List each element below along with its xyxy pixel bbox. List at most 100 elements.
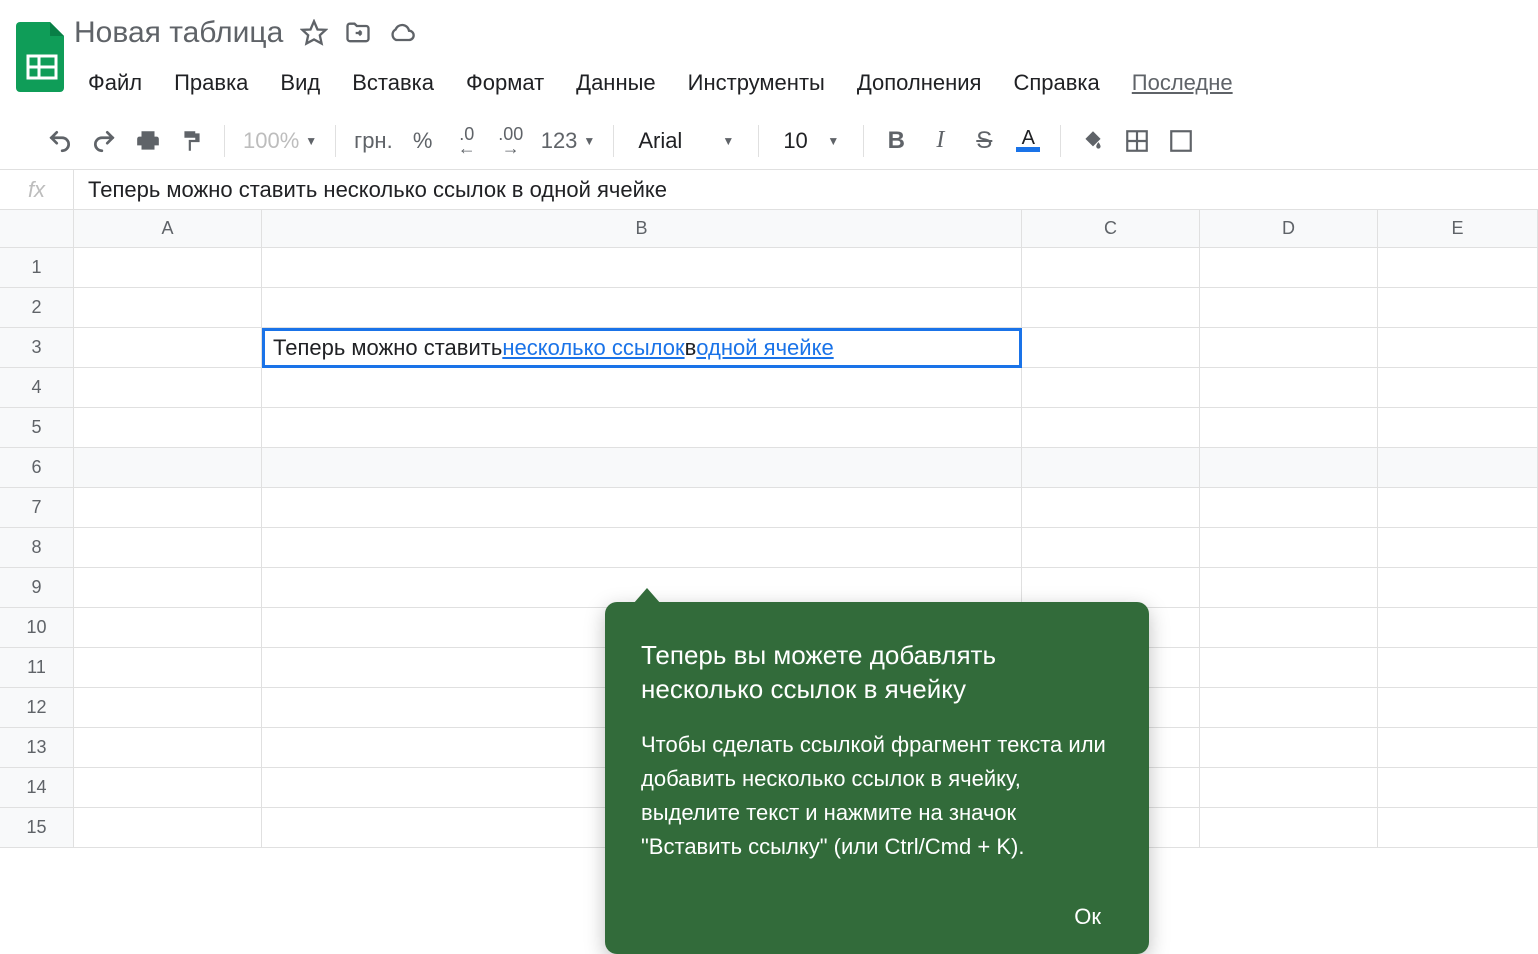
menu-insert[interactable]: Вставка: [336, 64, 450, 102]
cell-D2[interactable]: [1200, 288, 1378, 328]
row-header-14[interactable]: 14: [0, 768, 74, 808]
cell-B2[interactable]: [262, 288, 1022, 328]
callout-ok-button[interactable]: Ок: [1062, 896, 1113, 937]
cell-C3[interactable]: [1022, 328, 1200, 368]
cell-A6[interactable]: [74, 448, 262, 488]
cell-D15[interactable]: [1200, 808, 1378, 848]
cell-E12[interactable]: [1378, 688, 1538, 728]
cell-D10[interactable]: [1200, 608, 1378, 648]
row-header-15[interactable]: 15: [0, 808, 74, 848]
redo-button[interactable]: [84, 121, 124, 161]
cell-E6[interactable]: [1378, 448, 1538, 488]
select-all-corner[interactable]: [0, 210, 74, 248]
cell-E5[interactable]: [1378, 408, 1538, 448]
fill-color-button[interactable]: [1073, 121, 1113, 161]
cell-A4[interactable]: [74, 368, 262, 408]
cell-E8[interactable]: [1378, 528, 1538, 568]
cell-D4[interactable]: [1200, 368, 1378, 408]
cell-D14[interactable]: [1200, 768, 1378, 808]
menu-last-edit[interactable]: Последне: [1116, 64, 1249, 102]
row-header-6[interactable]: 6: [0, 448, 74, 488]
cell-A13[interactable]: [74, 728, 262, 768]
formula-input[interactable]: Теперь можно ставить несколько ссылок в …: [74, 177, 667, 203]
cell-C7[interactable]: [1022, 488, 1200, 528]
print-button[interactable]: [128, 121, 168, 161]
undo-button[interactable]: [40, 121, 80, 161]
increase-decimal-button[interactable]: .00→: [491, 121, 531, 161]
row-header-9[interactable]: 9: [0, 568, 74, 608]
cell-D5[interactable]: [1200, 408, 1378, 448]
cell-D11[interactable]: [1200, 648, 1378, 688]
cell-B4[interactable]: [262, 368, 1022, 408]
cell-D12[interactable]: [1200, 688, 1378, 728]
cell-E3[interactable]: [1378, 328, 1538, 368]
cell-E4[interactable]: [1378, 368, 1538, 408]
cloud-status-icon[interactable]: [387, 18, 417, 48]
cell-D1[interactable]: [1200, 248, 1378, 288]
menu-file[interactable]: Файл: [72, 64, 158, 102]
borders-button[interactable]: [1117, 121, 1157, 161]
cell-C5[interactable]: [1022, 408, 1200, 448]
row-header-4[interactable]: 4: [0, 368, 74, 408]
bold-button[interactable]: B: [876, 121, 916, 161]
menu-format[interactable]: Формат: [450, 64, 560, 102]
cell-A9[interactable]: [74, 568, 262, 608]
cell-link-2[interactable]: одной ячейке: [696, 335, 833, 361]
cell-A15[interactable]: [74, 808, 262, 848]
move-folder-icon[interactable]: [343, 18, 373, 48]
menu-help[interactable]: Справка: [997, 64, 1115, 102]
col-header-A[interactable]: A: [74, 210, 262, 248]
col-header-E[interactable]: E: [1378, 210, 1538, 248]
cell-E7[interactable]: [1378, 488, 1538, 528]
strikethrough-button[interactable]: S: [964, 121, 1004, 161]
cell-B1[interactable]: [262, 248, 1022, 288]
row-header-7[interactable]: 7: [0, 488, 74, 528]
cell-B8[interactable]: [262, 528, 1022, 568]
cell-C2[interactable]: [1022, 288, 1200, 328]
row-header-13[interactable]: 13: [0, 728, 74, 768]
cell-A11[interactable]: [74, 648, 262, 688]
cell-D9[interactable]: [1200, 568, 1378, 608]
zoom-dropdown[interactable]: 100%▼: [237, 121, 323, 161]
number-format-dropdown[interactable]: 123▼: [535, 121, 602, 161]
cell-A5[interactable]: [74, 408, 262, 448]
row-header-8[interactable]: 8: [0, 528, 74, 568]
cell-link-1[interactable]: несколько ссылок: [502, 335, 684, 361]
cell-D6[interactable]: [1200, 448, 1378, 488]
cell-A7[interactable]: [74, 488, 262, 528]
cell-D3[interactable]: [1200, 328, 1378, 368]
row-header-11[interactable]: 11: [0, 648, 74, 688]
font-size-dropdown[interactable]: 10▼: [771, 121, 851, 161]
cell-E11[interactable]: [1378, 648, 1538, 688]
cell-D8[interactable]: [1200, 528, 1378, 568]
cell-D13[interactable]: [1200, 728, 1378, 768]
font-family-dropdown[interactable]: Arial▼: [626, 121, 746, 161]
cell-A3[interactable]: [74, 328, 262, 368]
row-header-2[interactable]: 2: [0, 288, 74, 328]
col-header-D[interactable]: D: [1200, 210, 1378, 248]
cell-E9[interactable]: [1378, 568, 1538, 608]
cell-C1[interactable]: [1022, 248, 1200, 288]
decrease-decimal-button[interactable]: .0←: [447, 121, 487, 161]
cell-B6[interactable]: [262, 448, 1022, 488]
cell-A14[interactable]: [74, 768, 262, 808]
cell-E1[interactable]: [1378, 248, 1538, 288]
text-color-button[interactable]: A: [1008, 121, 1048, 161]
row-header-1[interactable]: 1: [0, 248, 74, 288]
cell-E2[interactable]: [1378, 288, 1538, 328]
row-header-12[interactable]: 12: [0, 688, 74, 728]
cell-A8[interactable]: [74, 528, 262, 568]
col-header-C[interactable]: C: [1022, 210, 1200, 248]
cell-E10[interactable]: [1378, 608, 1538, 648]
row-header-5[interactable]: 5: [0, 408, 74, 448]
app-logo[interactable]: [12, 12, 72, 92]
format-percent-button[interactable]: %: [403, 121, 443, 161]
italic-button[interactable]: I: [920, 121, 960, 161]
star-icon[interactable]: [299, 18, 329, 48]
menu-tools[interactable]: Инструменты: [672, 64, 841, 102]
cell-B3[interactable]: Теперь можно ставить несколько ссылок в …: [262, 328, 1022, 368]
row-header-10[interactable]: 10: [0, 608, 74, 648]
document-title[interactable]: Новая таблица: [72, 12, 285, 54]
cell-C6[interactable]: [1022, 448, 1200, 488]
cell-C4[interactable]: [1022, 368, 1200, 408]
